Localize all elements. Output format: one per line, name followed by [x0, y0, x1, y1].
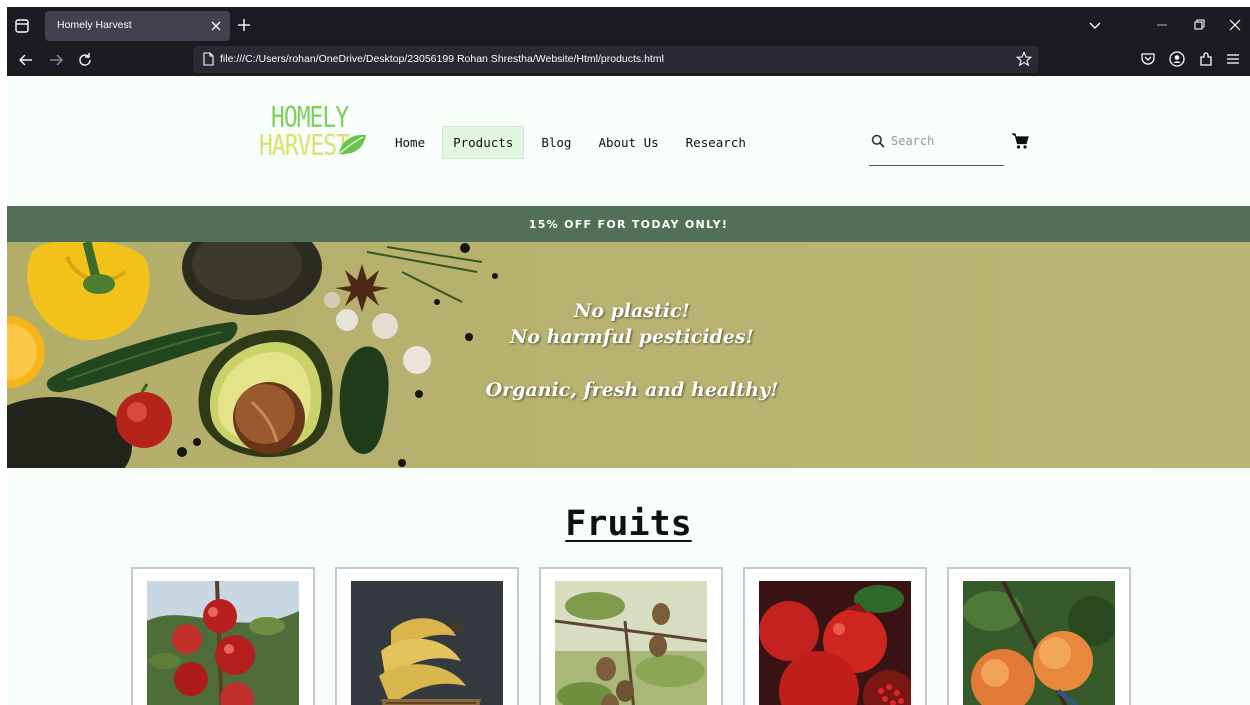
url-bar[interactable]: file:///C:/Users/rohan/OneDrive/Desktop/…: [193, 46, 1038, 73]
product-card-kiwi[interactable]: [539, 567, 723, 705]
product-card-apple[interactable]: [131, 567, 315, 705]
menu-icon[interactable]: [1223, 49, 1243, 69]
main-nav: Home Products Blog About Us Research: [385, 125, 763, 159]
web-page: HOMELY HARVEST Home Products Blog About …: [7, 76, 1250, 705]
logo-line-2: HARVEST: [259, 130, 350, 163]
extensions-icon[interactable]: [1196, 49, 1216, 69]
back-arrow-icon[interactable]: [15, 49, 37, 71]
nav-link-about-us[interactable]: About Us: [588, 127, 668, 158]
hero-line-2: No harmful pesticides!: [510, 326, 754, 348]
cart-icon[interactable]: [1011, 132, 1029, 150]
close-window-icon[interactable]: [1224, 14, 1246, 36]
browser-tab[interactable]: Homely Harvest: [45, 11, 230, 41]
restore-icon[interactable]: [1188, 14, 1210, 36]
page-icon: [203, 52, 214, 66]
plus-icon[interactable]: [233, 14, 255, 36]
search-icon[interactable]: [871, 134, 885, 148]
hero-banner: No plastic! No harmful pesticides! Organ…: [7, 242, 1250, 468]
section-title-text: Fruits: [565, 504, 692, 544]
pomegranate-image: [759, 581, 911, 705]
close-icon[interactable]: [208, 18, 224, 34]
nav-link-products[interactable]: Products: [442, 125, 525, 159]
site-header: HOMELY HARVEST Home Products Blog About …: [7, 76, 1250, 206]
hero-text: No plastic! No harmful pesticides! Organ…: [432, 298, 832, 403]
site-logo[interactable]: HOMELY HARVEST: [257, 102, 369, 163]
url-text: file:///C:/Users/rohan/OneDrive/Desktop/…: [220, 53, 664, 65]
banana-image: [351, 581, 503, 705]
leaf-icon: [339, 134, 366, 155]
minimize-icon[interactable]: [1151, 14, 1173, 36]
pocket-icon[interactable]: [1138, 49, 1158, 69]
bookmark-star-icon[interactable]: [1016, 51, 1032, 67]
product-card-banana[interactable]: [335, 567, 519, 705]
kiwi-image: [555, 581, 707, 705]
search-input[interactable]: [891, 130, 991, 152]
peach-image: [963, 581, 1115, 705]
section-title: Fruits: [7, 504, 1250, 544]
tab-title: Homely Harvest: [57, 19, 132, 31]
chevron-down-icon[interactable]: [1084, 14, 1106, 36]
browser-chrome: Homely Harvest file:///C:/Users/rohan/On…: [7, 7, 1250, 76]
nav-link-blog[interactable]: Blog: [531, 127, 581, 158]
account-icon[interactable]: [1167, 49, 1187, 69]
browser-toolbar: file:///C:/Users/rohan/OneDrive/Desktop/…: [7, 43, 1250, 76]
forward-arrow-icon[interactable]: [45, 49, 67, 71]
product-card-peach[interactable]: [947, 567, 1131, 705]
apple-image: [147, 581, 299, 705]
promo-text: 15% OFF FOR TODAY ONLY!: [528, 217, 729, 231]
search-box: [869, 128, 1004, 166]
nav-link-research[interactable]: Research: [676, 127, 756, 158]
nav-link-home[interactable]: Home: [385, 127, 435, 158]
reload-icon[interactable]: [74, 49, 96, 71]
tab-list-icon[interactable]: [11, 15, 33, 37]
product-card-pomegranate[interactable]: [743, 567, 927, 705]
promo-banner: 15% OFF FOR TODAY ONLY!: [7, 206, 1250, 242]
hero-line-1: No plastic!: [573, 300, 691, 322]
hero-line-3: Organic, fresh and healthy!: [485, 379, 779, 401]
tab-bar: Homely Harvest: [7, 7, 1250, 43]
